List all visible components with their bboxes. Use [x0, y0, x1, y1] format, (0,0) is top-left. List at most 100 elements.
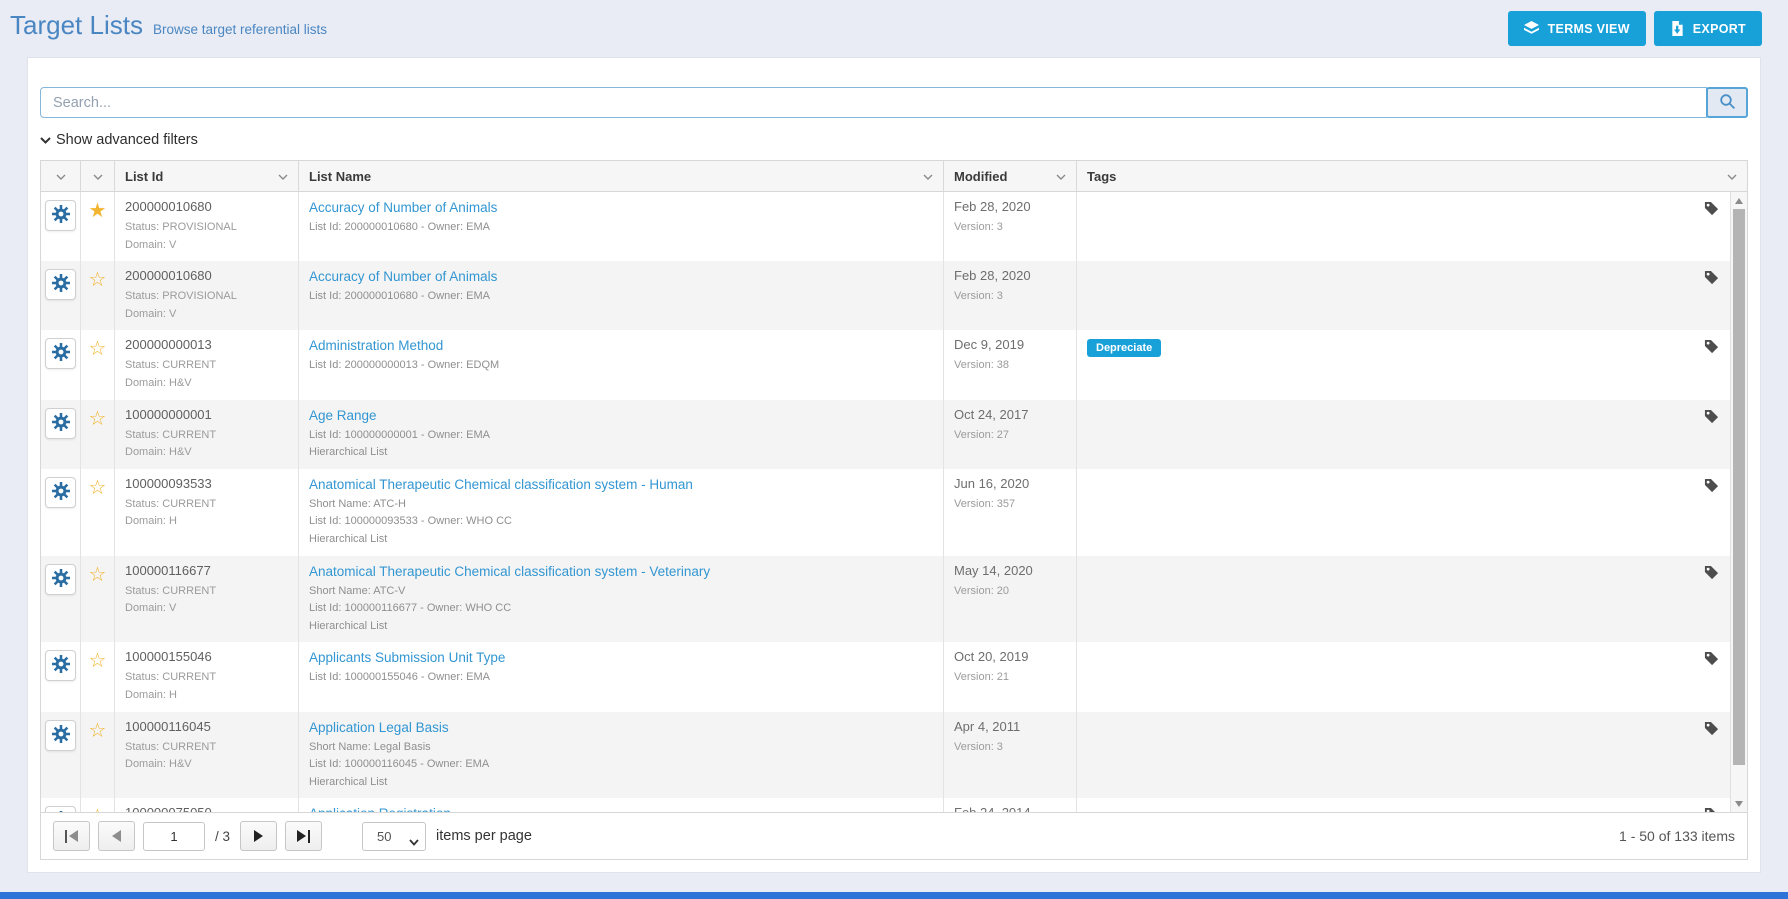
- column-header-actions[interactable]: [41, 161, 81, 191]
- tag-icon[interactable]: [1704, 651, 1719, 671]
- export-button[interactable]: EXPORT: [1654, 11, 1762, 46]
- table-row: ☆ 200000010680 Status: PROVISIONAL Domai…: [41, 261, 1747, 330]
- star-icon[interactable]: ☆: [89, 650, 107, 704]
- detail-line: List Id: 100000116045 - Owner: EMA: [309, 756, 933, 774]
- list-name-link[interactable]: Accuracy of Number of Animals: [309, 268, 497, 285]
- page: Target Lists Browse target referential l…: [0, 0, 1788, 899]
- list-name-link[interactable]: Application Registration: [309, 805, 451, 812]
- list-domain: Domain: H&V: [125, 444, 288, 462]
- gear-icon: [52, 205, 70, 226]
- scroll-up-arrow[interactable]: [1731, 193, 1747, 208]
- next-page-button[interactable]: [240, 821, 277, 851]
- tag-icon[interactable]: [1704, 409, 1719, 429]
- modified-cell: May 14, 2020 Version: 20: [944, 556, 1077, 643]
- actions-cell: [41, 261, 81, 330]
- search-input[interactable]: [40, 87, 1707, 118]
- list-status: Status: CURRENT: [125, 583, 288, 601]
- list-status: Status: CURRENT: [125, 427, 288, 445]
- list-domain: Domain: H: [125, 513, 288, 531]
- actions-cell: [41, 400, 81, 469]
- list-id: 100000093533: [125, 476, 288, 492]
- column-header-modified[interactable]: Modified: [944, 161, 1077, 191]
- star-icon[interactable]: ☆: [89, 408, 107, 462]
- terms-view-button[interactable]: TERMS VIEW: [1508, 11, 1646, 46]
- list-id-cell: 200000010680 Status: PROVISIONAL Domain:…: [115, 261, 299, 330]
- tag-icon[interactable]: [1704, 478, 1719, 498]
- modified-date: Oct 20, 2019: [954, 649, 1066, 665]
- prev-page-button[interactable]: [98, 821, 135, 851]
- table-row: ☆ 100000116677 Status: CURRENT Domain: V…: [41, 556, 1747, 643]
- star-icon[interactable]: ★: [89, 200, 107, 254]
- row-settings-button[interactable]: [45, 338, 76, 369]
- star-icon[interactable]: ☆: [89, 720, 107, 792]
- row-settings-button[interactable]: [45, 200, 76, 231]
- row-settings-button[interactable]: [45, 477, 76, 508]
- list-domain: Domain: H&V: [125, 756, 288, 774]
- export-file-icon: [1670, 21, 1684, 36]
- list-name-cell: Anatomical Therapeutic Chemical classifi…: [299, 469, 944, 556]
- modified-date: Apr 4, 2011: [954, 719, 1066, 735]
- list-details: List Id: 100000000001 - Owner: EMAHierar…: [309, 427, 933, 462]
- list-id: 200000010680: [125, 268, 288, 284]
- table-row: ☆ 100000075050 Application Registration …: [41, 798, 1747, 812]
- gear-icon: [52, 482, 70, 503]
- page-size-select[interactable]: 50: [362, 822, 426, 851]
- column-label: List Id: [125, 169, 163, 184]
- list-name-link[interactable]: Accuracy of Number of Animals: [309, 199, 497, 216]
- star-icon[interactable]: ☆: [89, 477, 107, 549]
- tag-icon[interactable]: [1704, 807, 1719, 812]
- list-domain: Domain: H: [125, 687, 288, 705]
- tag-icon[interactable]: [1704, 270, 1719, 290]
- search-button[interactable]: [1706, 87, 1748, 118]
- row-settings-button[interactable]: [45, 564, 76, 595]
- list-name-link[interactable]: Anatomical Therapeutic Chemical classifi…: [309, 563, 710, 580]
- chevron-down-icon: [278, 167, 288, 185]
- tag-badge: Depreciate: [1087, 339, 1161, 357]
- list-name-link[interactable]: Application Legal Basis: [309, 719, 449, 736]
- star-icon[interactable]: ☆: [89, 806, 107, 812]
- star-icon[interactable]: ☆: [89, 338, 107, 392]
- gear-icon: [52, 274, 70, 295]
- first-page-button[interactable]: [53, 821, 90, 851]
- scroll-down-arrow[interactable]: [1731, 796, 1747, 811]
- row-settings-button[interactable]: [45, 720, 76, 751]
- advanced-filters-toggle[interactable]: Show advanced filters: [40, 132, 198, 148]
- table-body-wrap: ★ 200000010680 Status: PROVISIONAL Domai…: [41, 192, 1747, 812]
- tags-cell: [1077, 192, 1747, 261]
- list-details: List Id: 200000000013 - Owner: EDQM: [309, 357, 933, 375]
- list-name-link[interactable]: Administration Method: [309, 337, 443, 354]
- list-id-cell: 100000075050: [115, 798, 299, 812]
- list-name-link[interactable]: Age Range: [309, 407, 377, 424]
- star-icon[interactable]: ☆: [89, 269, 107, 323]
- list-name-link[interactable]: Applicants Submission Unit Type: [309, 649, 505, 666]
- detail-line: Short Name: ATC-H: [309, 496, 933, 514]
- table-row: ★ 200000010680 Status: PROVISIONAL Domai…: [41, 192, 1747, 261]
- detail-line: Short Name: Legal Basis: [309, 739, 933, 757]
- list-name-link[interactable]: Anatomical Therapeutic Chemical classifi…: [309, 476, 693, 493]
- last-page-button[interactable]: [285, 821, 322, 851]
- tag-icon[interactable]: [1704, 721, 1719, 741]
- tag-icon[interactable]: [1704, 565, 1719, 585]
- list-name-cell: Administration Method List Id: 200000000…: [299, 330, 944, 399]
- tag-icon[interactable]: [1704, 339, 1719, 359]
- export-label: EXPORT: [1693, 22, 1746, 36]
- column-header-favorite[interactable]: [81, 161, 115, 191]
- row-settings-button[interactable]: [45, 650, 76, 681]
- gear-icon: [52, 343, 70, 364]
- page-number-input[interactable]: [143, 822, 205, 851]
- vertical-scrollbar[interactable]: [1730, 192, 1747, 812]
- column-header-tags[interactable]: Tags: [1077, 161, 1747, 191]
- column-header-list-name[interactable]: List Name: [299, 161, 944, 191]
- star-icon[interactable]: ☆: [89, 564, 107, 636]
- row-settings-button[interactable]: [45, 269, 76, 300]
- tag-icon[interactable]: [1704, 201, 1719, 221]
- row-settings-button[interactable]: [45, 408, 76, 439]
- modified-cell: Jun 16, 2020 Version: 357: [944, 469, 1077, 556]
- row-settings-button[interactable]: [45, 806, 76, 812]
- scroll-thumb[interactable]: [1733, 209, 1745, 765]
- list-domain: Domain: V: [125, 237, 288, 255]
- column-header-list-id[interactable]: List Id: [115, 161, 299, 191]
- modified-cell: Oct 24, 2017 Version: 27: [944, 400, 1077, 469]
- list-details: List Id: 200000010680 - Owner: EMA: [309, 219, 933, 237]
- table-body: ★ 200000010680 Status: PROVISIONAL Domai…: [41, 192, 1747, 812]
